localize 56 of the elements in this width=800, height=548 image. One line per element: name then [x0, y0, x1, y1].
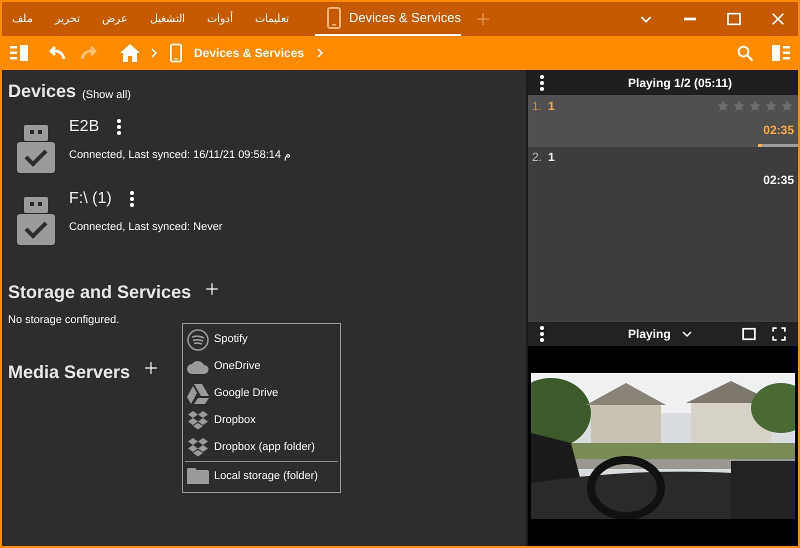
empty-message: No storage configured. [7, 313, 120, 328]
section-title: Storage and Services [8, 281, 192, 304]
menu-item[interactable]: ملف [12, 10, 33, 28]
menu-item[interactable]: تحرير [55, 10, 80, 28]
section-title: Devices [8, 80, 76, 103]
playlist-item[interactable]: 2. 1 02:35 [528, 147, 798, 189]
device-status: Connected, Last synced: 16/11/21 09:58:14 م [69, 148, 292, 163]
track-duration: 02:35 [763, 172, 794, 189]
fullscreen-icon[interactable] [772, 327, 786, 341]
sidebar-toggle-icon[interactable] [10, 45, 28, 61]
device-name: E2B [69, 117, 100, 137]
track-number: 2. [532, 149, 542, 166]
player-title[interactable]: Playing [628, 325, 671, 343]
phone-icon [170, 42, 182, 64]
triangle-drive-icon[interactable] [187, 384, 209, 404]
search-icon[interactable] [736, 44, 754, 62]
usb-drive-icon [17, 197, 55, 245]
panel-toggle-icon[interactable] [772, 45, 790, 61]
menu-item[interactable]: Dropbox [183, 407, 340, 434]
track-number: 1. [532, 98, 542, 115]
home-icon[interactable] [120, 44, 140, 62]
menu-item[interactable]: OneDrive [183, 353, 340, 380]
close-icon[interactable] [770, 11, 786, 27]
star-icon[interactable] [764, 99, 778, 113]
menu-item[interactable]: عرض [102, 10, 128, 28]
track-title: 1 [548, 98, 555, 115]
track-duration: 02:35 [763, 122, 794, 139]
star-icon[interactable] [748, 99, 762, 113]
usb-drive-icon [17, 125, 55, 173]
menu-item[interactable]: Local storage (folder) [183, 462, 340, 490]
star-icon[interactable] [780, 99, 794, 113]
spotify-icon[interactable] [187, 328, 209, 350]
show-all-link[interactable]: (Show all) [82, 86, 131, 105]
box-icon[interactable] [187, 410, 209, 430]
phone-icon [327, 7, 341, 29]
menu-item[interactable]: تعليمات [255, 10, 289, 28]
star-icon[interactable] [732, 99, 746, 113]
device-status: Connected, Last synced: Never [69, 220, 222, 235]
section-title: Media Servers [8, 360, 130, 384]
box-icon[interactable] [187, 438, 209, 458]
menu-item[interactable]: Google Drive [183, 380, 340, 407]
menu-item[interactable]: Dropbox (app folder) [183, 434, 340, 461]
window-icon[interactable] [742, 327, 756, 341]
star-rating[interactable] [716, 99, 794, 113]
folder-icon [187, 468, 209, 484]
menu-item[interactable]: Spotify [183, 326, 340, 353]
playlist-title: Playing 1/2 (05:11) [628, 74, 732, 92]
cloud-icon[interactable] [187, 360, 209, 374]
maximize-icon[interactable] [726, 11, 742, 27]
menu-item[interactable]: التشغيل [150, 10, 185, 28]
device-name: F:\ (1) [69, 189, 112, 209]
track-title: 1 [548, 149, 555, 166]
menu-item[interactable]: أدوات [207, 10, 233, 28]
star-icon[interactable] [716, 99, 730, 113]
playlist-item[interactable]: 1. 1 02:35 [528, 95, 798, 147]
tab[interactable]: Devices & Services [315, 2, 461, 36]
